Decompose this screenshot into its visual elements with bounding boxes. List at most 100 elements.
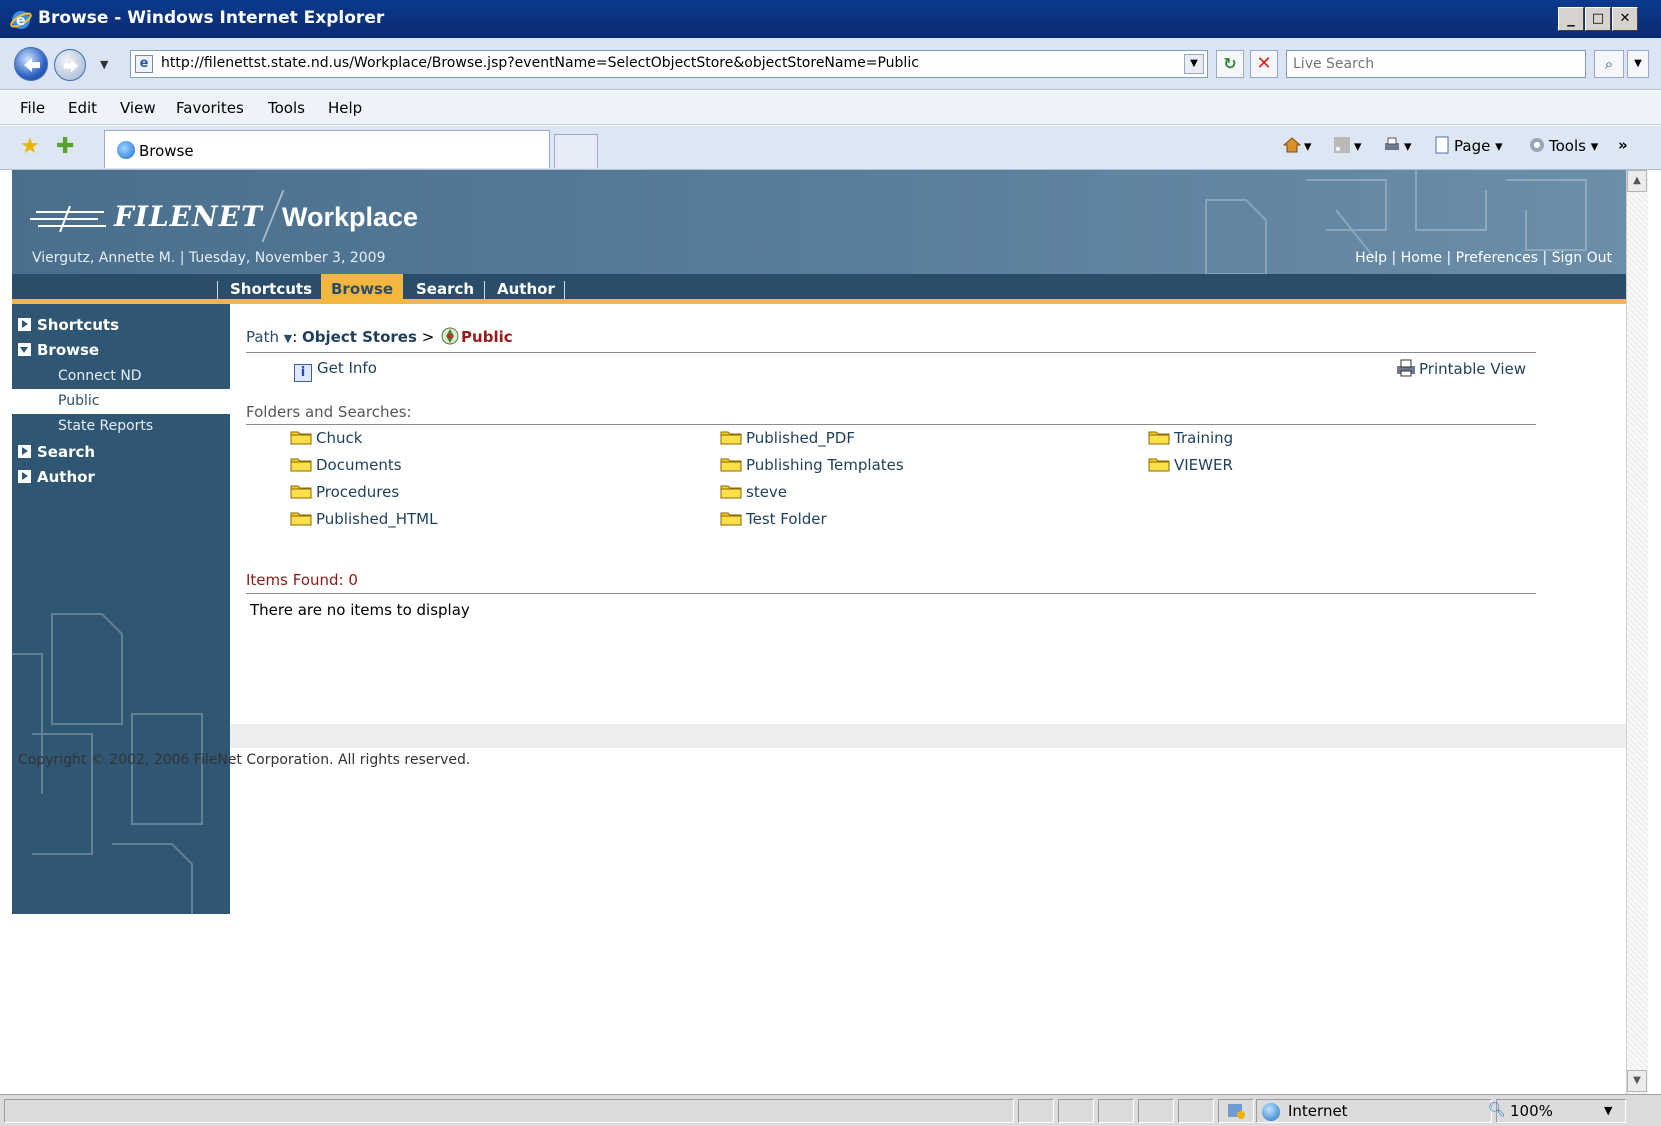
add-favorite-icon[interactable]: ✚ <box>56 134 74 159</box>
expand-icon <box>18 470 31 483</box>
page-icon: e <box>135 55 153 73</box>
folder-icon <box>720 431 742 445</box>
user-info: Viergutz, Annette M. | Tuesday, November… <box>32 250 386 266</box>
close-button[interactable]: ✕ <box>1612 7 1638 31</box>
expand-icon <box>18 445 31 458</box>
printable-view-link[interactable]: Printable View <box>1396 359 1526 378</box>
sidebar-item-public[interactable]: Public <box>12 389 230 414</box>
tools-menu-label: Tools <box>1549 137 1586 155</box>
folder-item[interactable]: Published_PDF <box>720 429 855 447</box>
sidebar-item-connect-nd[interactable]: Connect ND <box>12 364 230 389</box>
folder-item[interactable]: VIEWER <box>1148 456 1233 474</box>
get-info-link[interactable]: i Get Info <box>294 359 377 382</box>
url-text: http://filenettst.state.nd.us/Workplace/… <box>161 55 919 71</box>
tab-author[interactable]: Author <box>487 274 565 304</box>
stop-button[interactable]: ✕ <box>1250 50 1278 78</box>
sidebar-search[interactable]: Search <box>18 443 95 461</box>
sign-out-link[interactable]: Sign Out <box>1552 250 1612 266</box>
menu-edit[interactable]: Edit <box>68 99 97 117</box>
folder-item[interactable]: steve <box>720 483 787 501</box>
printer-icon <box>1397 359 1416 377</box>
url-dropdown-button[interactable]: ▼ <box>1184 54 1204 74</box>
path-dropdown-icon[interactable]: ▼ <box>284 332 292 345</box>
back-arrow-icon <box>24 58 40 72</box>
expand-icon <box>18 318 31 331</box>
search-options-button[interactable]: ▼ <box>1627 50 1649 78</box>
maximize-button[interactable]: □ <box>1585 7 1611 31</box>
folder-item[interactable]: Documents <box>290 456 402 474</box>
status-panel <box>1098 1099 1134 1123</box>
printable-view-label: Printable View <box>1419 360 1526 378</box>
internet-explorer-icon: e <box>10 11 32 29</box>
help-link[interactable]: Help <box>1355 250 1387 266</box>
folder-icon <box>290 458 312 472</box>
folder-label: Chuck <box>316 429 363 447</box>
link-separator: | <box>1391 250 1397 266</box>
menu-bar: File Edit View Favorites Tools Help <box>0 91 1661 125</box>
forward-button[interactable] <box>54 49 86 81</box>
new-tab-button[interactable] <box>554 134 598 168</box>
search-icon[interactable]: ⌕ <box>1594 50 1624 78</box>
folder-item[interactable]: Test Folder <box>720 510 827 528</box>
url-field[interactable]: e http://filenettst.state.nd.us/Workplac… <box>130 50 1208 78</box>
menu-file[interactable]: File <box>20 99 45 117</box>
security-zone: Internet <box>1288 1102 1348 1120</box>
page-menu[interactable]: Page ▾ <box>1433 136 1503 155</box>
sidebar-browse-label: Browse <box>37 341 100 359</box>
object-stores-link[interactable]: Object Stores <box>302 328 417 346</box>
back-button[interactable] <box>14 47 48 81</box>
folder-item[interactable]: Procedures <box>290 483 399 501</box>
tab-browse[interactable]: Browse <box>104 130 550 168</box>
folder-icon <box>720 485 742 499</box>
folder-item[interactable]: Chuck <box>290 429 362 447</box>
folder-item[interactable]: Training <box>1148 429 1233 447</box>
home-button[interactable]: ▾ <box>1283 136 1312 155</box>
chevron-more-icon[interactable]: » <box>1618 136 1628 154</box>
get-info-label: Get Info <box>317 359 377 377</box>
sidebar-author[interactable]: Author <box>18 468 95 486</box>
live-search-input[interactable] <box>1286 50 1586 78</box>
zoom-dropdown-icon[interactable]: ▼ <box>1604 1104 1612 1117</box>
path-label: Path <box>246 328 279 346</box>
app-title: Workplace <box>282 202 419 232</box>
preferences-link[interactable]: Preferences <box>1456 250 1538 266</box>
tab-label: Browse <box>139 142 194 160</box>
favorites-star-icon[interactable]: ★ <box>20 134 40 159</box>
folder-icon <box>1148 458 1170 472</box>
sidebar-browse[interactable]: Browse <box>18 341 99 359</box>
tools-menu[interactable]: Tools ▾ <box>1528 136 1598 155</box>
folder-icon <box>290 431 312 445</box>
zoom-level: 100% <box>1510 1102 1553 1120</box>
filenet-logo-icon <box>30 206 106 232</box>
folder-item[interactable]: Publishing Templates <box>720 456 904 474</box>
print-button[interactable]: ▾ <box>1383 136 1412 155</box>
link-separator: | <box>1446 250 1452 266</box>
folder-item[interactable]: Published_HTML <box>290 510 437 528</box>
vertical-scrollbar[interactable] <box>1626 170 1648 1094</box>
folder-label: Publishing Templates <box>746 456 904 474</box>
forward-arrow-icon <box>63 59 79 73</box>
protected-mode-icon <box>1228 1104 1245 1119</box>
tab-search[interactable]: Search <box>406 274 484 304</box>
sidebar: Shortcuts Browse Connect ND Public State… <box>12 304 230 924</box>
status-panel <box>1058 1099 1094 1123</box>
tab-separator <box>217 281 218 299</box>
tab-browse-active[interactable]: Browse <box>321 274 404 304</box>
menu-tools[interactable]: Tools <box>268 99 305 117</box>
sidebar-item-state-reports[interactable]: State Reports <box>12 414 230 439</box>
feeds-button[interactable]: ▾ <box>1333 136 1362 155</box>
minimize-button[interactable]: _ <box>1558 7 1584 31</box>
menu-favorites[interactable]: Favorites <box>176 99 244 117</box>
command-bar: ▾ ▾ ▾ Page ▾ Tools ▾ » <box>1283 136 1643 162</box>
scroll-down-button[interactable]: ▼ <box>1627 1070 1647 1092</box>
refresh-button[interactable]: ↻ <box>1216 50 1244 78</box>
menu-help[interactable]: Help <box>328 99 362 117</box>
home-link[interactable]: Home <box>1401 250 1442 266</box>
items-found: Items Found: 0 <box>246 571 1536 594</box>
home-icon <box>1283 137 1301 153</box>
sidebar-shortcuts[interactable]: Shortcuts <box>18 316 119 334</box>
recent-pages-dropdown[interactable]: ▼ <box>100 58 108 71</box>
scroll-up-button[interactable]: ▲ <box>1627 170 1647 192</box>
tab-shortcuts[interactable]: Shortcuts <box>220 274 322 304</box>
menu-view[interactable]: View <box>120 99 156 117</box>
